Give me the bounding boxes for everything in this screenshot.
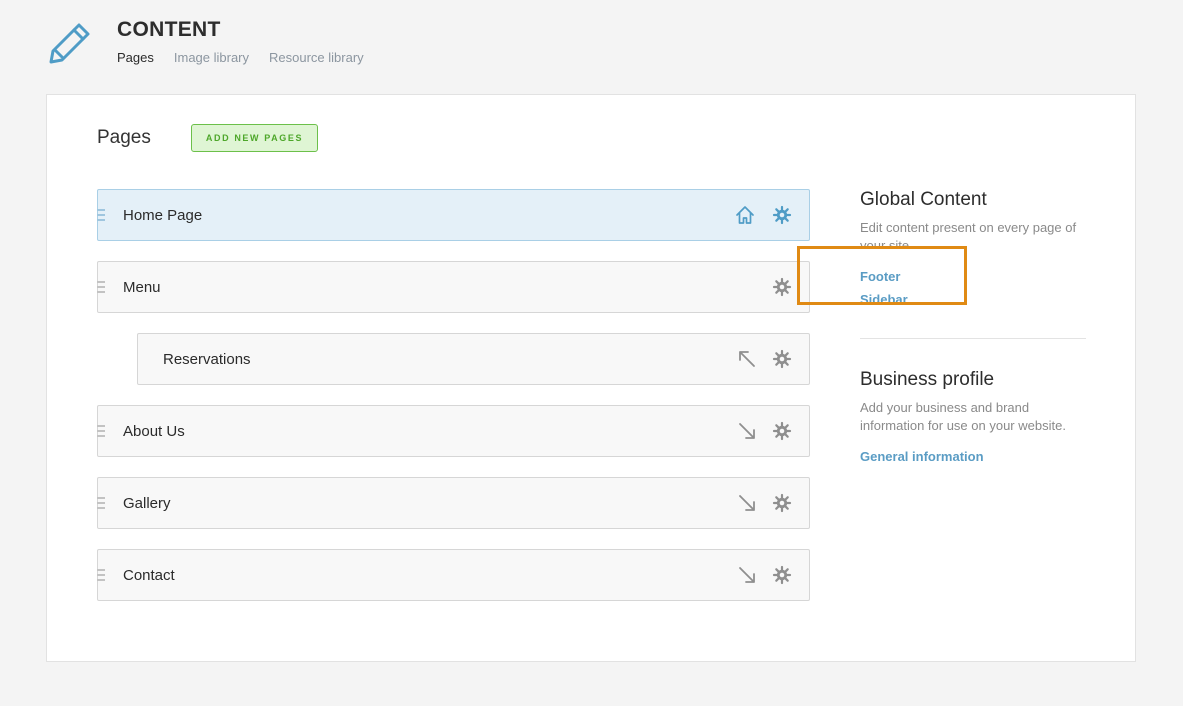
page-label: Reservations bbox=[163, 351, 251, 368]
page-row-home-page[interactable]: Home Page bbox=[97, 189, 810, 241]
tab-image-library[interactable]: Image library bbox=[174, 50, 249, 65]
gear-icon[interactable] bbox=[771, 204, 793, 226]
drag-handle-icon[interactable] bbox=[97, 569, 105, 581]
global-content-description: Edit content present on every page of yo… bbox=[860, 220, 1077, 248]
page-label: Menu bbox=[123, 279, 161, 296]
drag-handle-icon[interactable] bbox=[97, 425, 105, 437]
business-profile-description: Add your business and brand information … bbox=[860, 400, 1066, 433]
sidebar-link[interactable]: Sidebar bbox=[860, 292, 908, 303]
home-icon[interactable] bbox=[734, 204, 756, 226]
page-row-menu[interactable]: Menu bbox=[97, 261, 810, 313]
arrow-up-left-icon[interactable] bbox=[736, 348, 758, 370]
drag-handle-icon[interactable] bbox=[97, 497, 105, 509]
arrow-down-right-icon[interactable] bbox=[736, 420, 758, 442]
drag-handle-icon[interactable] bbox=[97, 209, 105, 221]
page-label: About Us bbox=[123, 423, 185, 440]
footer-link[interactable]: Footer bbox=[860, 269, 900, 284]
page-row-about-us[interactable]: About Us bbox=[97, 405, 810, 457]
page-row-reservations[interactable]: Reservations bbox=[137, 333, 810, 385]
gear-icon[interactable] bbox=[771, 420, 793, 442]
gear-icon[interactable] bbox=[771, 564, 793, 586]
pencil-icon bbox=[47, 20, 91, 64]
divider bbox=[860, 338, 1086, 339]
pages-heading: Pages bbox=[97, 127, 151, 148]
tab-pages[interactable]: Pages bbox=[117, 50, 154, 65]
add-new-pages-button[interactable]: ADD NEW PAGES bbox=[191, 124, 318, 152]
business-profile-title: Business profile bbox=[860, 369, 995, 390]
arrow-down-right-icon[interactable] bbox=[736, 492, 758, 514]
content-tabs: Pages Image library Resource library bbox=[117, 50, 364, 65]
page-label: Gallery bbox=[123, 495, 171, 512]
content-panel: Pages ADD NEW PAGES Home Page Menu Reser… bbox=[46, 94, 1136, 662]
page-header: CONTENT Pages Image library Resource lib… bbox=[0, 0, 1183, 95]
tab-resource-library[interactable]: Resource library bbox=[269, 50, 364, 65]
app-title: CONTENT bbox=[117, 18, 221, 41]
page-row-gallery[interactable]: Gallery bbox=[97, 477, 810, 529]
gear-icon[interactable] bbox=[771, 348, 793, 370]
general-information-link[interactable]: General information bbox=[860, 449, 984, 464]
page-label: Home Page bbox=[123, 207, 203, 224]
page-row-contact[interactable]: Contact bbox=[97, 549, 810, 601]
drag-handle-icon[interactable] bbox=[97, 281, 105, 293]
gear-icon[interactable] bbox=[771, 492, 793, 514]
arrow-down-right-icon[interactable] bbox=[736, 564, 758, 586]
page-label: Contact bbox=[123, 567, 175, 584]
gear-icon[interactable] bbox=[771, 276, 793, 298]
global-content-title: Global Content bbox=[860, 189, 987, 210]
